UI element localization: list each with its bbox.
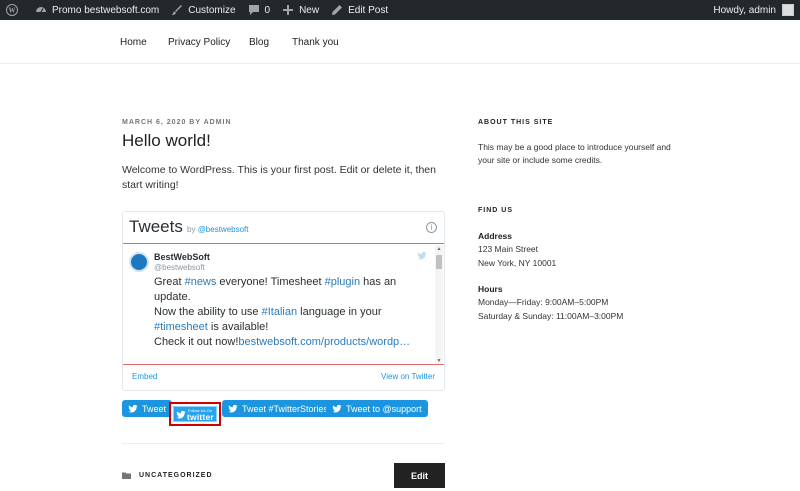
- folder-icon: [122, 472, 131, 479]
- edit-button[interactable]: Edit: [394, 463, 445, 488]
- tweet-twitterstories-label: Tweet #TwitterStories: [242, 403, 329, 414]
- post-meta[interactable]: MARCH 6, 2020 BY ADMIN: [122, 119, 232, 126]
- address-line-2: New York, NY 10001: [478, 258, 557, 268]
- address-label: Address: [478, 231, 513, 241]
- site-name-menu[interactable]: Promo bestwebsoft.com: [29, 0, 165, 20]
- timeline-by: by @bestwebsoft: [187, 225, 249, 234]
- post-title: Hello world!: [122, 131, 211, 150]
- tweet-button-label: Tweet: [142, 403, 167, 414]
- nav-item-privacy-policy[interactable]: Privacy Policy: [168, 37, 230, 48]
- customize-label: Customize: [188, 4, 236, 16]
- nav-item-blog[interactable]: Blog: [249, 37, 269, 48]
- edit-post-menu[interactable]: Edit Post: [325, 0, 394, 20]
- new-content-menu[interactable]: New: [276, 0, 325, 20]
- timeline-handle-link[interactable]: @bestwebsoft: [198, 225, 249, 234]
- twitter-bird-icon[interactable]: [417, 251, 427, 261]
- edit-post-label: Edit Post: [348, 4, 389, 16]
- twitter-bird-icon: [128, 404, 138, 412]
- timeline-scrollbar[interactable]: ▲ ▼: [435, 245, 443, 364]
- tweet-button[interactable]: Tweet: [122, 400, 173, 417]
- address-line-1: 123 Main Street: [478, 244, 539, 254]
- hours-label: Hours: [478, 284, 503, 294]
- brush-icon: [172, 5, 183, 15]
- about-widget-title: ABOUT THIS SITE: [478, 119, 554, 126]
- twitter-bird-icon: [176, 410, 186, 419]
- dashboard-icon: [36, 7, 46, 13]
- tweet-author-name[interactable]: BestWebSoft: [154, 252, 210, 262]
- hashtag-link[interactable]: #timesheet: [154, 321, 208, 333]
- tweet-avatar[interactable]: [129, 252, 149, 272]
- site-name: Promo bestwebsoft.com: [52, 4, 160, 16]
- info-icon[interactable]: i: [426, 222, 437, 233]
- new-label: New: [299, 4, 320, 16]
- timeline-header: Tweets by @bestwebsoft i: [123, 212, 444, 244]
- timeline-title: Tweets: [129, 217, 183, 236]
- tweet-twitterstories-button[interactable]: Tweet #TwitterStories: [222, 400, 335, 417]
- find-us-widget-title: FIND US: [478, 207, 513, 214]
- wordpress-icon: W: [6, 4, 18, 16]
- comments-count: 0: [264, 4, 271, 16]
- scroll-up-arrow-icon[interactable]: ▲: [436, 246, 442, 252]
- avatar: [782, 4, 794, 16]
- hours-line-1: Monday—Friday: 9:00AM–5:00PM: [478, 297, 609, 307]
- twitter-bird-icon: [228, 404, 238, 412]
- tweet-url-link[interactable]: bestwebsoft.com/products/wordp…: [238, 336, 410, 348]
- customize-menu[interactable]: Customize: [165, 0, 241, 20]
- tweet-author-handle[interactable]: @bestwebsoft: [154, 263, 205, 272]
- comment-icon: [248, 5, 259, 15]
- twitter-bird-icon: [332, 404, 342, 412]
- post-footer-divider: [122, 443, 445, 444]
- comments-menu[interactable]: 0: [242, 0, 277, 20]
- main-navigation: Home Privacy Policy Blog Thank you: [0, 20, 800, 64]
- follow-badge: Follow Us On twitter: [173, 406, 217, 422]
- howdy-label: Howdy, admin: [713, 4, 776, 16]
- hashtag-link[interactable]: #news: [185, 276, 217, 288]
- hours-line-2: Saturday & Sunday: 11:00AM–3:00PM: [478, 311, 624, 321]
- tweet-to-support-label: Tweet to @support: [346, 403, 422, 414]
- nav-item-thank-you[interactable]: Thank you: [292, 37, 339, 48]
- category-link[interactable]: UNCATEGORIZED: [139, 472, 213, 479]
- my-account-menu[interactable]: Howdy, admin: [713, 4, 800, 16]
- post-content: Welcome to WordPress. This is your first…: [122, 164, 436, 191]
- svg-text:W: W: [9, 7, 16, 15]
- follow-big-label: twitter: [187, 412, 214, 422]
- hashtag-link[interactable]: #plugin: [325, 276, 360, 288]
- plus-icon: [283, 5, 294, 15]
- embed-link[interactable]: Embed: [132, 372, 157, 381]
- nav-item-home[interactable]: Home: [120, 37, 147, 48]
- twitter-timeline: Tweets by @bestwebsoft i BestWebSoft @be…: [122, 211, 445, 391]
- hashtag-link[interactable]: #Italian: [262, 306, 297, 318]
- wordpress-logo-menu[interactable]: W: [0, 0, 29, 20]
- timeline-body: BestWebSoft @bestwebsoft Great #news eve…: [123, 245, 444, 365]
- scrollbar-thumb[interactable]: [436, 255, 442, 269]
- scroll-down-arrow-icon[interactable]: ▼: [436, 358, 442, 364]
- about-widget-text: This may be a good place to introduce yo…: [478, 142, 671, 165]
- pencil-icon: [332, 5, 343, 15]
- view-on-twitter-link[interactable]: View on Twitter: [381, 372, 435, 381]
- follow-us-on-twitter-button[interactable]: Follow Us On twitter: [169, 402, 221, 426]
- tweet-text: Great #news everyone! Timesheet #plugin …: [154, 276, 411, 348]
- admin-bar: W Promo bestwebsoft.com Customize 0 New …: [0, 0, 800, 20]
- tweet-to-support-button[interactable]: Tweet to @support: [326, 400, 428, 417]
